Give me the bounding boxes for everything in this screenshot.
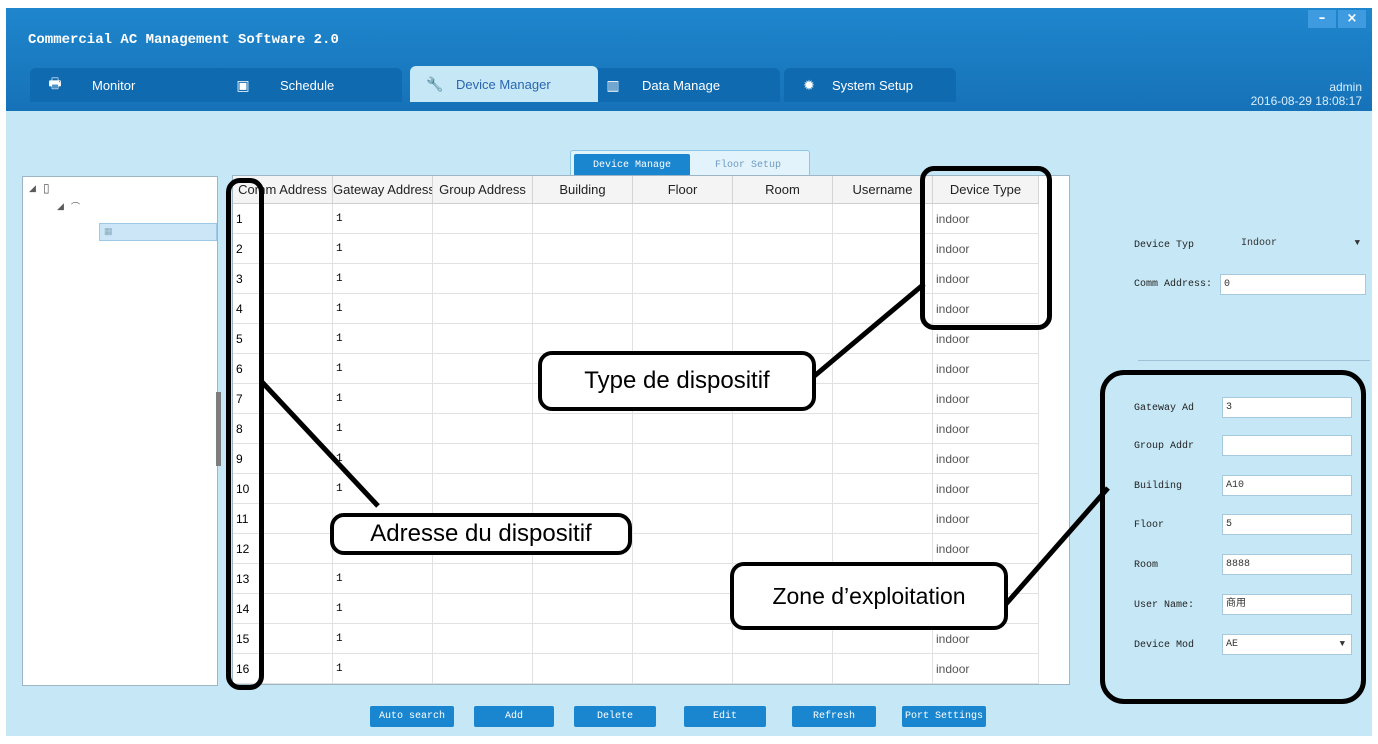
device-type-highlight (920, 166, 1052, 330)
operating-zone-highlight (1100, 370, 1366, 704)
connector-address (260, 380, 380, 508)
connector-type (810, 282, 926, 380)
device-type-callout: Type de dispositif (538, 351, 816, 411)
connector-zone (1004, 486, 1110, 606)
device-address-highlight (226, 178, 264, 690)
device-address-callout: Adresse du dispositif (330, 513, 632, 555)
operating-zone-callout: Zone d’exploitation (730, 562, 1008, 630)
